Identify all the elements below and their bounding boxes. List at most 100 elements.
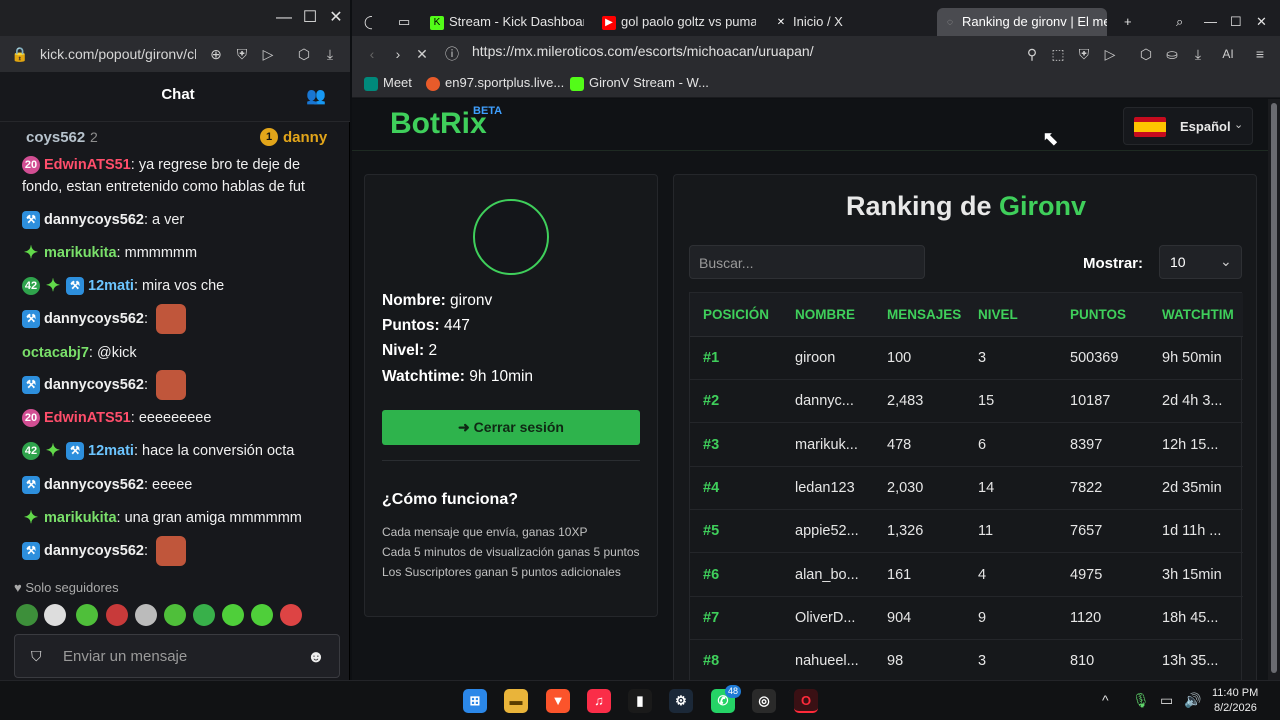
menu-icon[interactable]: ≡ <box>1250 44 1270 64</box>
pin-icon[interactable]: ⚲ <box>1022 44 1042 64</box>
music-icon[interactable]: ♫ <box>587 689 611 713</box>
bookmark-sportplus[interactable]: en97.sportplus.live... <box>426 75 564 91</box>
maximize-icon[interactable]: ☐ <box>1224 8 1244 36</box>
chat-username[interactable]: dannycoys562 <box>44 377 144 393</box>
pinned-user[interactable]: coys562 <box>26 129 85 146</box>
pinned-user-secondary[interactable]: danny <box>283 129 330 146</box>
cry-emote-icon[interactable] <box>193 604 215 626</box>
chat-username[interactable]: dannycoys562 <box>44 311 144 327</box>
col-position[interactable]: POSICIÓN <box>703 307 769 322</box>
extensions-icon[interactable]: ⬡ <box>294 44 314 64</box>
chat-url[interactable]: kick.com/popout/gironv/cl <box>40 46 196 62</box>
brave-icon[interactable]: ▼ <box>546 689 570 713</box>
moderator-icon: ⚒ <box>22 211 40 230</box>
network-icon[interactable]: ▭ <box>1160 692 1173 709</box>
skull-emote-icon[interactable] <box>135 604 157 626</box>
snapshot-icon[interactable]: ⬚ <box>1048 44 1068 64</box>
chat-username[interactable]: 12mati <box>88 443 134 459</box>
users-icon[interactable]: 👥 <box>306 86 328 108</box>
opera-icon[interactable]: ◯ <box>358 8 372 36</box>
blob-emote-icon[interactable] <box>164 604 186 626</box>
chat-username[interactable]: marikukita <box>44 245 117 261</box>
page-scrollbar[interactable] <box>1268 99 1280 680</box>
shield-icon[interactable]: ⛨ <box>1074 44 1094 64</box>
chat-username[interactable]: marikukita <box>44 510 117 526</box>
volume-icon[interactable]: 🔊 <box>1184 692 1201 709</box>
green-emote-icon[interactable] <box>76 604 98 626</box>
row-points: 1120 <box>1070 609 1102 626</box>
chat-username[interactable]: dannycoys562 <box>44 212 144 228</box>
chat-message: ✦ marikukita: una gran amiga mmmmmm <box>23 508 302 528</box>
clock-time[interactable]: 11:40 PM <box>1212 687 1258 699</box>
angry-emote-icon[interactable] <box>106 604 128 626</box>
wallet-icon[interactable]: ⛀ <box>1162 44 1182 64</box>
opera-gx-icon[interactable]: ◎ <box>752 689 776 713</box>
tab-kick-dashboard[interactable]: K Stream - Kick Dashboard <box>424 8 584 36</box>
search-icon[interactable]: ⌕ <box>1170 8 1190 36</box>
scroll-thumb[interactable] <box>1271 103 1277 673</box>
language-selector[interactable]: Español ⌄ <box>1123 107 1253 145</box>
stop-icon[interactable]: ✕ <box>412 44 432 64</box>
row-level: 6 <box>978 436 987 453</box>
forward-icon[interactable]: › <box>388 44 408 64</box>
chat-message-input[interactable]: ⛉ Enviar un mensaje ☻ <box>14 634 340 678</box>
ai-icon[interactable]: AI <box>1214 44 1242 64</box>
clock-date[interactable]: 8/2/2026 <box>1214 702 1257 714</box>
emoji-icon[interactable]: ☻ <box>307 647 325 667</box>
chat-username[interactable]: octacabj7 <box>22 345 89 361</box>
play-icon[interactable]: ▷ <box>1100 44 1120 64</box>
chat-username[interactable]: dannycoys562 <box>44 543 144 559</box>
chat-username[interactable]: EdwinATS51 <box>44 157 131 173</box>
laugh-emote-icon[interactable] <box>280 604 302 626</box>
minimize-icon[interactable]: — <box>272 6 296 30</box>
tab-x[interactable]: ✕ Inicio / X <box>768 8 908 36</box>
col-level[interactable]: NIVEL <box>978 307 1018 322</box>
minimize-icon[interactable]: — <box>1198 8 1218 36</box>
file-explorer-icon[interactable]: ▬ <box>504 689 528 713</box>
meet-icon <box>364 76 378 91</box>
close-icon[interactable]: ✕ <box>1250 8 1270 36</box>
site-info-icon[interactable]: ⓘ <box>442 44 462 64</box>
extensions-icon[interactable]: ⬡ <box>1136 44 1156 64</box>
download-icon[interactable]: ⤓ <box>320 44 340 64</box>
steam-icon[interactable]: ⚙ <box>669 689 693 713</box>
col-messages[interactable]: MENSAJES <box>887 307 961 322</box>
row-name: alan_bo... <box>795 566 859 583</box>
download-icon[interactable]: ⤓ <box>1188 44 1208 64</box>
tab-ranking[interactable]: ◌ Ranking de gironv | El mejor <box>937 8 1107 36</box>
bookmark-gironv[interactable]: GironV Stream - W... <box>570 75 709 91</box>
audio-icon[interactable]: ▮ <box>628 689 652 713</box>
tab-youtube[interactable]: ▶ gol paolo goltz vs pumas <box>596 8 756 36</box>
col-name[interactable]: NOMBRE <box>795 307 855 322</box>
frog-emote-icon[interactable] <box>16 604 38 626</box>
zoom-icon[interactable]: ⊕ <box>206 44 226 64</box>
bookmark-meet[interactable]: Meet <box>364 75 412 91</box>
col-points[interactable]: PUNTOS <box>1070 307 1126 322</box>
chat-username[interactable]: 12mati <box>88 278 134 294</box>
opera-icon[interactable]: O <box>794 689 818 713</box>
close-icon[interactable]: ✕ <box>324 6 348 30</box>
col-watchtime[interactable]: WATCHTIM <box>1162 307 1234 322</box>
address-input[interactable]: https://mx.mileroticos.com/escorts/micho… <box>472 43 814 59</box>
search-input[interactable]: Buscar... <box>689 245 925 279</box>
chat-username[interactable]: dannycoys562 <box>44 477 144 493</box>
play-icon[interactable]: ▷ <box>258 44 278 64</box>
chat-username[interactable]: EdwinATS51 <box>44 410 131 426</box>
ghost-emote-icon[interactable] <box>251 604 273 626</box>
windows-start-icon[interactable]: ⊞ <box>463 689 487 713</box>
back-icon[interactable]: ‹ <box>362 44 382 64</box>
row-position: #7 <box>703 609 720 626</box>
tray-chevron-icon[interactable]: ^ <box>1102 692 1109 708</box>
profile-card: Nombre: gironv Puntos: 447 Nivel: 2 Watc… <box>364 174 658 617</box>
lock-icon[interactable]: 🔒 <box>10 44 30 64</box>
shield-icon[interactable]: ⛉ <box>31 648 47 664</box>
logout-button[interactable]: ➜ Cerrar sesión <box>382 410 640 445</box>
hands-emote-icon[interactable] <box>44 604 66 626</box>
shield-icon[interactable]: ⛨ <box>232 44 252 64</box>
microphone-icon[interactable]: 🎙 <box>1132 692 1150 709</box>
page-size-select[interactable]: 10 ⌄ <box>1159 245 1242 279</box>
maximize-icon[interactable]: ☐ <box>298 6 322 30</box>
new-tab-icon[interactable]: + <box>1118 8 1134 36</box>
tab-overview-icon[interactable]: ▭ <box>392 8 412 36</box>
smile-emote-icon[interactable] <box>222 604 244 626</box>
